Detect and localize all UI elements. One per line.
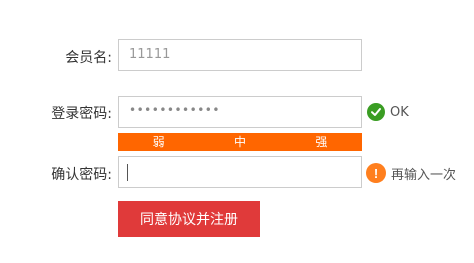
confirm-password-input[interactable]: [118, 156, 362, 188]
text-caret: [127, 164, 128, 181]
password-strength-bar: 弱 中 强: [118, 133, 362, 151]
check-circle-icon: [367, 103, 385, 121]
strength-strong: 强: [315, 135, 328, 149]
member-name-placeholder: 11111: [129, 47, 171, 62]
password-label: 登录密码:: [51, 106, 112, 122]
member-name-label: 会员名:: [65, 50, 112, 66]
password-status-text: OK: [390, 104, 409, 120]
confirm-status-text: 再输入一次: [391, 167, 457, 183]
password-input[interactable]: ••••••••••••: [118, 96, 362, 128]
warning-circle-icon: !: [366, 163, 386, 183]
password-value: ••••••••••••: [129, 103, 220, 117]
confirm-password-label: 确认密码:: [51, 167, 112, 183]
member-name-input[interactable]: 11111: [118, 39, 362, 71]
agree-register-button[interactable]: 同意协议并注册: [118, 201, 260, 237]
confirm-password-status: ! 再输入一次: [366, 163, 456, 183]
strength-weak: 弱: [152, 135, 165, 149]
password-status: OK: [367, 103, 409, 121]
strength-medium: 中: [233, 135, 246, 149]
